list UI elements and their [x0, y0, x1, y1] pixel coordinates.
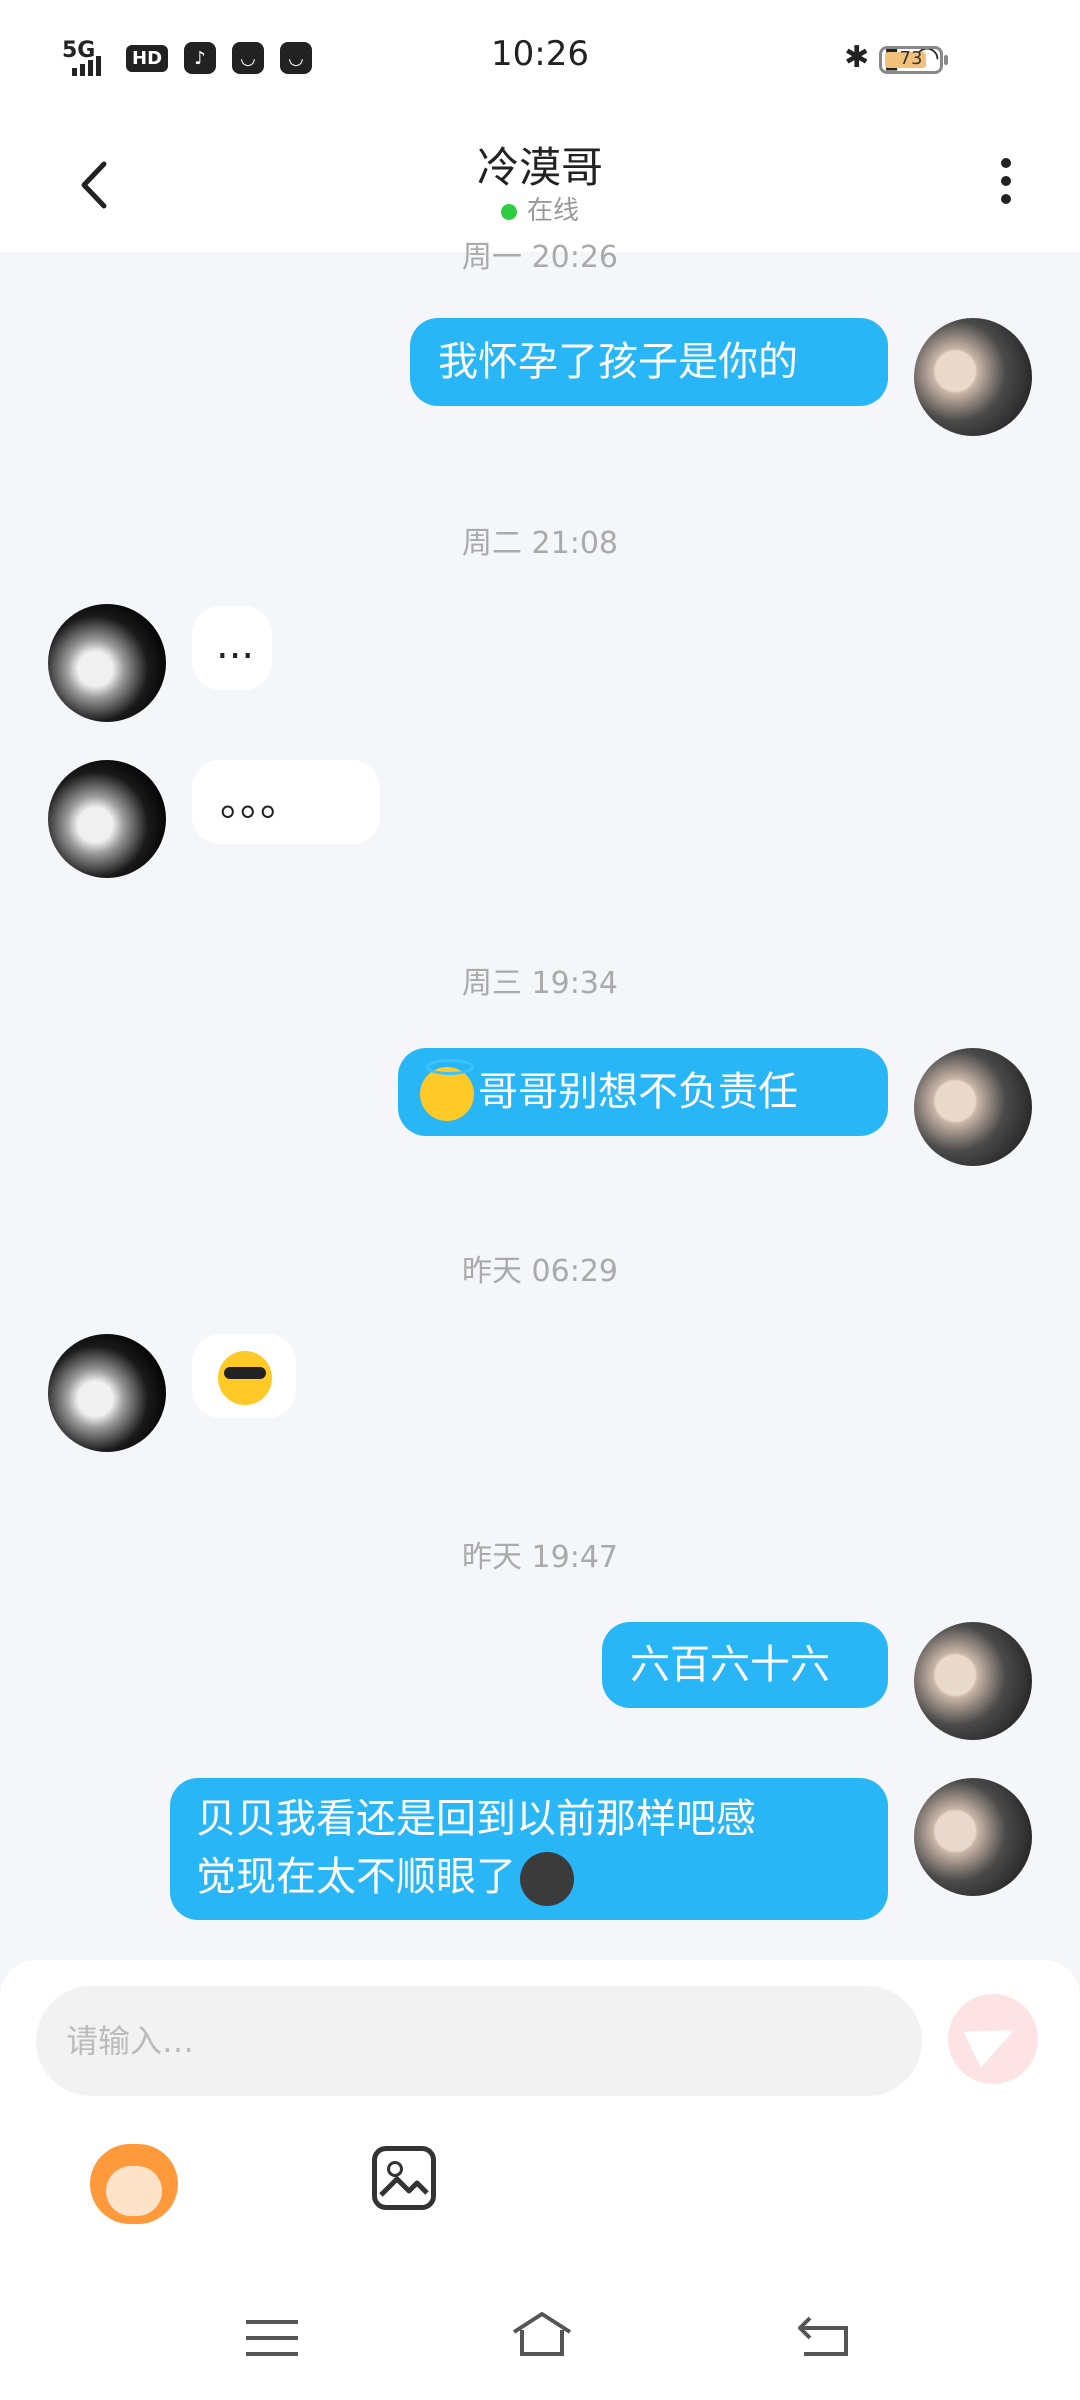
message-bubble-incoming[interactable] [192, 1334, 296, 1418]
message-text-line-2: 觉现在太不顺眼了 [196, 1848, 862, 1906]
smiling-face-with-sunglasses-icon [218, 1351, 272, 1405]
gallery-button[interactable] [372, 2146, 436, 2210]
timestamp: 周一 20:26 [462, 240, 618, 275]
message-bubble-incoming[interactable]: 。。。 [192, 760, 380, 844]
message-text: 哥哥别想不负责任 [478, 1069, 798, 1115]
more-options-button[interactable] [986, 150, 1026, 220]
timestamp: 周二 21:08 [462, 526, 618, 561]
message-bubble-outgoing[interactable]: 贝贝我看还是回到以前那样吧感 觉现在太不顺眼了 [170, 1778, 888, 1920]
nav-home-button[interactable] [510, 2310, 574, 2358]
status-bar: 5G HD ♪ ◡ ◡ 10:26 ✱ ▮ ◠ 73 [0, 0, 1080, 120]
back-arrow-icon [798, 2316, 848, 2356]
my-avatar[interactable] [914, 1622, 1032, 1740]
nav-menu-button[interactable] [246, 2320, 298, 2356]
more-vertical-icon [986, 158, 1026, 204]
battery-icon: 73 [879, 46, 948, 74]
message-bubble-outgoing[interactable]: 我怀孕了孩子是你的 [410, 318, 888, 406]
my-avatar[interactable] [914, 318, 1032, 436]
new-moon-face-icon [520, 1852, 574, 1906]
contact-name: 冷漠哥 [476, 143, 603, 192]
message-input[interactable]: 请输入… [36, 1986, 922, 2096]
menu-icon [246, 2320, 298, 2356]
send-button[interactable] [948, 1994, 1038, 2084]
nav-back-button[interactable] [796, 2314, 852, 2358]
timestamp: 昨天 06:29 [462, 1254, 618, 1289]
online-status-label: 在线 [526, 196, 579, 226]
my-avatar[interactable] [914, 1778, 1032, 1896]
message-text-line: 贝贝我看还是回到以前那样吧感 [196, 1796, 756, 1842]
online-status: 在线 [0, 190, 1080, 227]
my-avatar[interactable] [914, 1048, 1032, 1166]
sticker-button[interactable] [90, 2144, 178, 2224]
monkey-sticker-icon [106, 2166, 162, 2216]
timestamp: 昨天 19:47 [462, 1540, 618, 1575]
image-icon [379, 2176, 429, 2197]
message-text: 觉现在太不顺眼了 [196, 1854, 516, 1900]
bluetooth-icon: ✱ [844, 40, 870, 75]
contact-avatar[interactable] [48, 1334, 166, 1452]
contact-avatar[interactable] [48, 604, 166, 722]
message-bubble-outgoing[interactable]: 六百六十六 [602, 1622, 888, 1708]
online-dot-icon [500, 203, 517, 220]
timestamp: 周三 19:34 [462, 966, 618, 1001]
smiling-face-with-halo-icon [420, 1059, 474, 1121]
contact-avatar[interactable] [48, 760, 166, 878]
message-bubble-outgoing[interactable]: 哥哥别想不负责任 [398, 1048, 888, 1136]
home-icon [512, 2312, 572, 2356]
message-bubble-incoming[interactable]: ... [192, 606, 272, 690]
